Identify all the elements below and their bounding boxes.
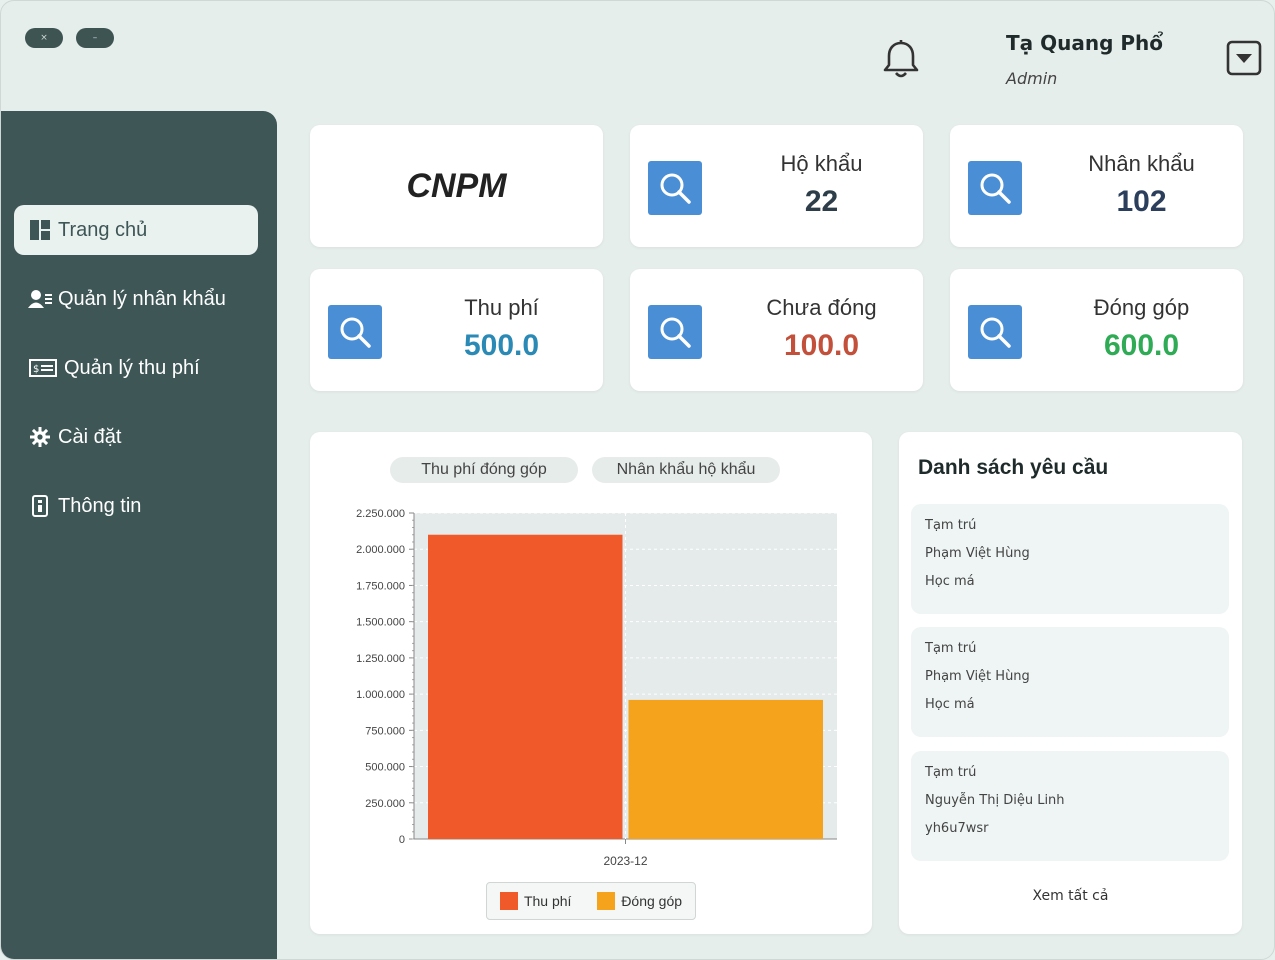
brand-card: CNPM <box>310 125 603 247</box>
sidebar-item-settings[interactable]: Cài đặt <box>14 412 258 462</box>
info-icon <box>28 494 52 518</box>
stat-value: 22 <box>804 185 839 218</box>
list-item[interactable]: Tạm trú Phạm Việt Hùng Học má <box>911 504 1229 614</box>
y-tick-label: 1.000.000 <box>356 689 405 701</box>
y-tick-label: 500.000 <box>365 762 405 774</box>
request-name: Phạm Việt Hùng <box>925 669 1030 684</box>
search-icon[interactable] <box>648 305 702 359</box>
y-tick-label: 1.750.000 <box>356 580 405 592</box>
gear-icon <box>28 425 52 449</box>
request-note: Học má <box>925 574 975 589</box>
sidebar-item-info[interactable]: Thông tin <box>14 481 258 531</box>
sidebar-item-label: Thông tin <box>58 494 142 517</box>
y-tick-label: 2.000.000 <box>356 544 405 556</box>
y-tick-label: 2.250.000 <box>356 508 405 520</box>
money-icon: $ <box>28 356 58 380</box>
bar-thu-phí <box>428 534 623 839</box>
stat-value: 102 <box>1116 185 1167 218</box>
stat-label: Đóng góp <box>1093 295 1190 320</box>
sidebar-item-fees[interactable]: $ Quản lý thu phí <box>14 343 258 393</box>
stat-label: Hộ khẩu <box>780 151 863 176</box>
stat-label: Thu phí <box>464 295 539 320</box>
legend-swatch <box>499 892 518 910</box>
chart-legend: Thu phí Đóng góp <box>486 882 696 920</box>
stat-card-contributions: Đóng góp 600.0 <box>950 269 1243 391</box>
y-tick-label: 1.250.000 <box>356 653 405 665</box>
sidebar-item-label: Cài đặt <box>58 425 122 448</box>
minimize-window-button[interactable]: – <box>76 28 114 48</box>
sidebar-item-label: Quản lý nhân khẩu <box>58 287 226 310</box>
search-icon[interactable] <box>968 161 1022 215</box>
sidebar-item-population[interactable]: Quản lý nhân khẩu <box>14 274 258 324</box>
user-name: Tạ Quang Phổ <box>1006 31 1163 55</box>
request-name: Phạm Việt Hùng <box>925 546 1030 561</box>
stat-card-residents: Nhân khẩu 102 <box>950 125 1243 247</box>
stat-value: 500.0 <box>463 329 540 362</box>
legend-label: Đóng góp <box>621 893 683 909</box>
requests-panel: Danh sách yêu cầu Tạm trú Phạm Việt Hùng… <box>899 432 1242 934</box>
chart-panel: Thu phí đóng góp Nhân khẩu hộ khẩu 0 250.… <box>310 432 872 934</box>
users-icon <box>28 287 52 311</box>
sidebar: Trang chủ Quản lý nhân khẩu $ Quản lý th… <box>1 111 277 959</box>
stat-label: Chưa đóng <box>766 295 877 320</box>
y-tick-label: 0 <box>399 834 405 846</box>
bar-chart: 0 250.000 500.000 750.000 1.000.000 1.250.000… <box>356 508 837 868</box>
stat-value: 600.0 <box>1103 329 1180 362</box>
legend-swatch <box>597 892 616 910</box>
request-type: Tạm trú <box>925 518 977 533</box>
search-icon[interactable] <box>328 305 382 359</box>
svg-text:$: $ <box>33 364 39 375</box>
y-tick-label: 1.500.000 <box>356 617 405 629</box>
request-note: yh6u7wsr <box>925 821 989 836</box>
dashboard-icon <box>28 218 52 242</box>
bell-icon[interactable] <box>881 39 921 81</box>
user-role: Admin <box>1006 69 1058 88</box>
y-tick-label: 250.000 <box>365 798 405 810</box>
search-icon[interactable] <box>968 305 1022 359</box>
request-type: Tạm trú <box>925 765 977 780</box>
list-item[interactable]: Tạm trú Phạm Việt Hùng Học má <box>911 627 1229 737</box>
see-all-link[interactable]: Xem tất cả <box>899 888 1242 904</box>
list-item[interactable]: Tạm trú Nguyễn Thị Diệu Linh yh6u7wsr <box>911 751 1229 861</box>
legend-item: Đóng góp <box>597 892 682 910</box>
request-note: Học má <box>925 697 975 712</box>
stat-label: Nhân khẩu <box>1088 151 1195 176</box>
y-tick-label: 750.000 <box>365 725 405 737</box>
request-type: Tạm trú <box>925 641 977 656</box>
sidebar-item-label: Trang chủ <box>58 218 148 241</box>
dropdown-icon[interactable] <box>1225 39 1263 77</box>
x-tick-label: 2023-12 <box>603 854 647 868</box>
legend-label: Thu phí <box>523 893 572 909</box>
search-icon[interactable] <box>648 161 702 215</box>
app-window: × – Tạ Quang Phổ Admin Trang chủ Quản lý… <box>0 0 1275 960</box>
brand-title: CNPM <box>406 167 507 205</box>
bar-đóng-góp <box>628 699 823 839</box>
requests-title: Danh sách yêu cầu <box>918 456 1109 479</box>
request-name: Nguyễn Thị Diệu Linh <box>925 793 1065 808</box>
stat-card-households: Hộ khẩu 22 <box>630 125 923 247</box>
stat-value: 100.0 <box>783 329 860 362</box>
stat-card-fees: Thu phí 500.0 <box>310 269 603 391</box>
sidebar-item-home[interactable]: Trang chủ <box>14 205 258 255</box>
close-window-button[interactable]: × <box>25 28 63 48</box>
stat-card-unpaid: Chưa đóng 100.0 <box>630 269 923 391</box>
sidebar-item-label: Quản lý thu phí <box>64 356 200 379</box>
legend-item: Thu phí <box>499 892 572 910</box>
